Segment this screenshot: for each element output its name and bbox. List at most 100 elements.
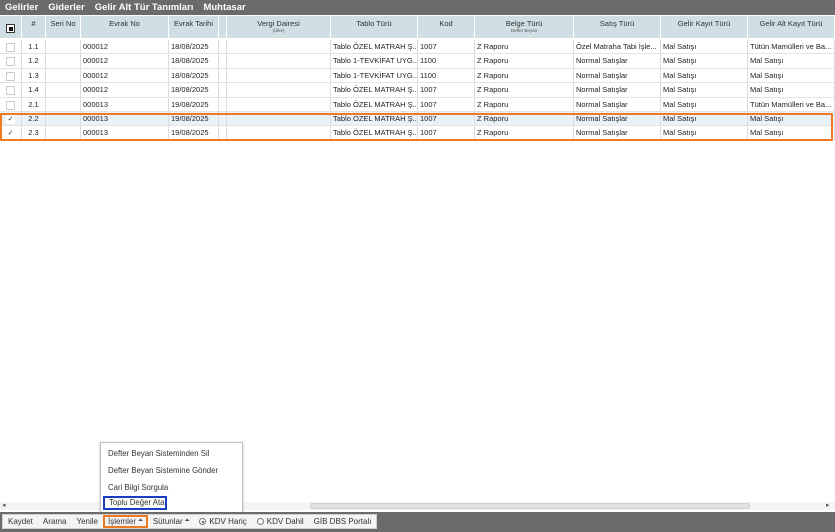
cell-vergi-dairesi[interactable] — [227, 111, 331, 126]
cell-tablo-turu[interactable]: Tablo 1-TEVKİFAT UYG... — [331, 68, 418, 83]
cell-seri-no[interactable] — [46, 111, 81, 126]
kaydet-button[interactable]: Kaydet — [3, 515, 38, 528]
cell-tablo-turu[interactable]: Tablo 1-TEVKİFAT UYG... — [331, 54, 418, 68]
cell-gelir-kayit-turu[interactable]: Mal Satışı — [661, 40, 748, 54]
cell-gelir-alt-kayit-turu[interactable]: Mal Satışı — [748, 54, 835, 68]
cell-gelir-alt-kayit-turu[interactable]: Mal Satışı — [748, 68, 835, 83]
row-checkbox[interactable] — [6, 86, 15, 96]
cell-blank[interactable] — [219, 97, 227, 111]
cell-gelir-kayit-turu[interactable]: Mal Satışı — [661, 97, 748, 111]
row-checkbox[interactable] — [6, 57, 15, 67]
cell-gelir-alt-kayit-turu[interactable]: Mal Satışı — [748, 126, 835, 140]
tab-muhtasar[interactable]: Muhtasar — [198, 2, 250, 13]
cell-seri-no[interactable] — [46, 126, 81, 140]
cell-belge-turu[interactable]: Z Raporu — [475, 83, 574, 97]
cell-blank[interactable] — [219, 68, 227, 83]
cell-satis-turu[interactable]: Normal Satışlar — [574, 83, 661, 97]
cell-kod[interactable]: 1007 — [418, 97, 475, 111]
table-row[interactable]: 1.2 000012 18/08/2025 Tablo 1-TEVKİFAT U… — [0, 54, 835, 69]
kdv-dahil-radio[interactable]: KDV Dahil — [252, 515, 309, 528]
cell-seri-no[interactable] — [46, 40, 81, 54]
cell-belge-turu[interactable]: Z Raporu — [475, 111, 574, 126]
menu-item-cari-bilgi-sorgula[interactable]: Cari Bilgi Sorgula — [108, 483, 168, 492]
cell-blank[interactable] — [219, 83, 227, 97]
cell-evrak-tarihi[interactable]: 19/08/2025 — [169, 111, 219, 126]
col-header-gelir-kayit-turu[interactable]: Gelir Kayıt Türü — [661, 16, 748, 38]
cell-gelir-alt-kayit-turu[interactable]: Mal Satışı — [748, 83, 835, 97]
cell-tablo-turu[interactable]: Tablo ÖZEL MATRAH Ş... — [331, 126, 418, 140]
row-checkbox-checked[interactable]: ✓ — [6, 114, 15, 124]
menu-item-toplu-deger-ata[interactable]: Toplu Değer Ata — [103, 496, 167, 510]
cell-evrak-no[interactable]: 000013 — [81, 97, 169, 111]
cell-evrak-no[interactable]: 000012 — [81, 54, 169, 68]
cell-evrak-tarihi[interactable]: 19/08/2025 — [169, 126, 219, 140]
cell-evrak-tarihi[interactable]: 19/08/2025 — [169, 97, 219, 111]
col-header-kod[interactable]: Kod — [418, 16, 475, 38]
kdv-haric-radio[interactable]: KDV Hariç — [194, 515, 251, 528]
cell-vergi-dairesi[interactable] — [227, 126, 331, 140]
cell-belge-turu[interactable]: Z Raporu — [475, 68, 574, 83]
cell-seri-no[interactable] — [46, 68, 81, 83]
cell-evrak-no[interactable]: 000012 — [81, 68, 169, 83]
cell-seri-no[interactable] — [46, 54, 81, 68]
cell-gelir-kayit-turu[interactable]: Mal Satışı — [661, 126, 748, 140]
yenile-button[interactable]: Yenile — [71, 515, 103, 528]
menu-item-defter-beyan-sil[interactable]: Defter Beyan Sisteminden Sil — [108, 449, 209, 458]
cell-seri-no[interactable] — [46, 97, 81, 111]
cell-kod[interactable]: 1100 — [418, 54, 475, 68]
col-header-vergi-dairesi[interactable]: Vergi Dairesi (Ülke) — [227, 16, 331, 38]
cell-gelir-alt-kayit-turu[interactable]: Mal Satışı — [748, 111, 835, 126]
col-header-belge-turu[interactable]: Belge Türü Defter Beyan — [475, 16, 574, 38]
cell-kod[interactable]: 1007 — [418, 40, 475, 54]
col-header-satis-turu[interactable]: Satış Türü — [574, 16, 661, 38]
cell-tablo-turu[interactable]: Tablo ÖZEL MATRAH Ş... — [331, 83, 418, 97]
cell-kod[interactable]: 1007 — [418, 83, 475, 97]
cell-blank[interactable] — [219, 126, 227, 140]
cell-evrak-no[interactable]: 000013 — [81, 111, 169, 126]
cell-evrak-no[interactable]: 000012 — [81, 40, 169, 54]
cell-seri-no[interactable] — [46, 83, 81, 97]
cell-gelir-kayit-turu[interactable]: Mal Satışı — [661, 83, 748, 97]
cell-kod[interactable]: 1007 — [418, 111, 475, 126]
row-checkbox[interactable] — [6, 100, 15, 110]
col-header-tablo-turu[interactable]: Tablo Türü — [331, 16, 418, 38]
cell-belge-turu[interactable]: Z Raporu — [475, 40, 574, 54]
cell-gelir-alt-kayit-turu[interactable]: Tütün Mamülleri ve Ba... — [748, 97, 835, 111]
table-row[interactable]: 1.1 000012 18/08/2025 Tablo ÖZEL MATRAH … — [0, 40, 835, 55]
cell-satis-turu[interactable]: Normal Satışlar — [574, 54, 661, 68]
cell-blank[interactable] — [219, 54, 227, 68]
cell-satis-turu[interactable]: Normal Satışlar — [574, 97, 661, 111]
scroll-left-icon[interactable]: ◂ — [2, 501, 6, 509]
cell-vergi-dairesi[interactable] — [227, 68, 331, 83]
col-header-seri-no[interactable]: Seri No — [46, 16, 81, 38]
cell-tablo-turu[interactable]: Tablo ÖZEL MATRAH Ş... — [331, 40, 418, 54]
row-checkbox[interactable] — [6, 43, 15, 52]
col-header-no[interactable]: # — [22, 16, 46, 38]
arama-button[interactable]: Arama — [38, 515, 72, 528]
cell-kod[interactable]: 1100 — [418, 68, 475, 83]
cell-satis-turu[interactable]: Özel Matraha Tabi İşle... — [574, 40, 661, 54]
cell-tablo-turu[interactable]: Tablo ÖZEL MATRAH Ş... — [331, 111, 418, 126]
cell-blank[interactable] — [219, 40, 227, 54]
row-checkbox[interactable] — [6, 71, 15, 81]
cell-kod[interactable]: 1007 — [418, 126, 475, 140]
select-all-header[interactable] — [0, 16, 22, 38]
cell-gelir-kayit-turu[interactable]: Mal Satışı — [661, 68, 748, 83]
cell-evrak-no[interactable]: 000013 — [81, 126, 169, 140]
cell-satis-turu[interactable]: Normal Satışlar — [574, 111, 661, 126]
cell-vergi-dairesi[interactable] — [227, 97, 331, 111]
cell-vergi-dairesi[interactable] — [227, 40, 331, 54]
cell-blank[interactable] — [219, 111, 227, 126]
cell-tablo-turu[interactable]: Tablo ÖZEL MATRAH Ş... — [331, 97, 418, 111]
table-row[interactable]: 2.1 000013 19/08/2025 Tablo ÖZEL MATRAH … — [0, 97, 835, 112]
islemler-button[interactable]: İşlemler ⏶ — [102, 515, 148, 528]
cell-evrak-tarihi[interactable]: 18/08/2025 — [169, 40, 219, 54]
cell-evrak-no[interactable]: 000012 — [81, 83, 169, 97]
cell-vergi-dairesi[interactable] — [227, 83, 331, 97]
cell-gelir-kayit-turu[interactable]: Mal Satışı — [661, 111, 748, 126]
cell-evrak-tarihi[interactable]: 18/08/2025 — [169, 83, 219, 97]
cell-gelir-kayit-turu[interactable]: Mal Satışı — [661, 54, 748, 68]
col-header-blank[interactable] — [219, 16, 227, 38]
cell-gelir-alt-kayit-turu[interactable]: Tütün Mamülleri ve Ba... — [748, 40, 835, 54]
scrollbar-thumb[interactable] — [310, 503, 750, 509]
